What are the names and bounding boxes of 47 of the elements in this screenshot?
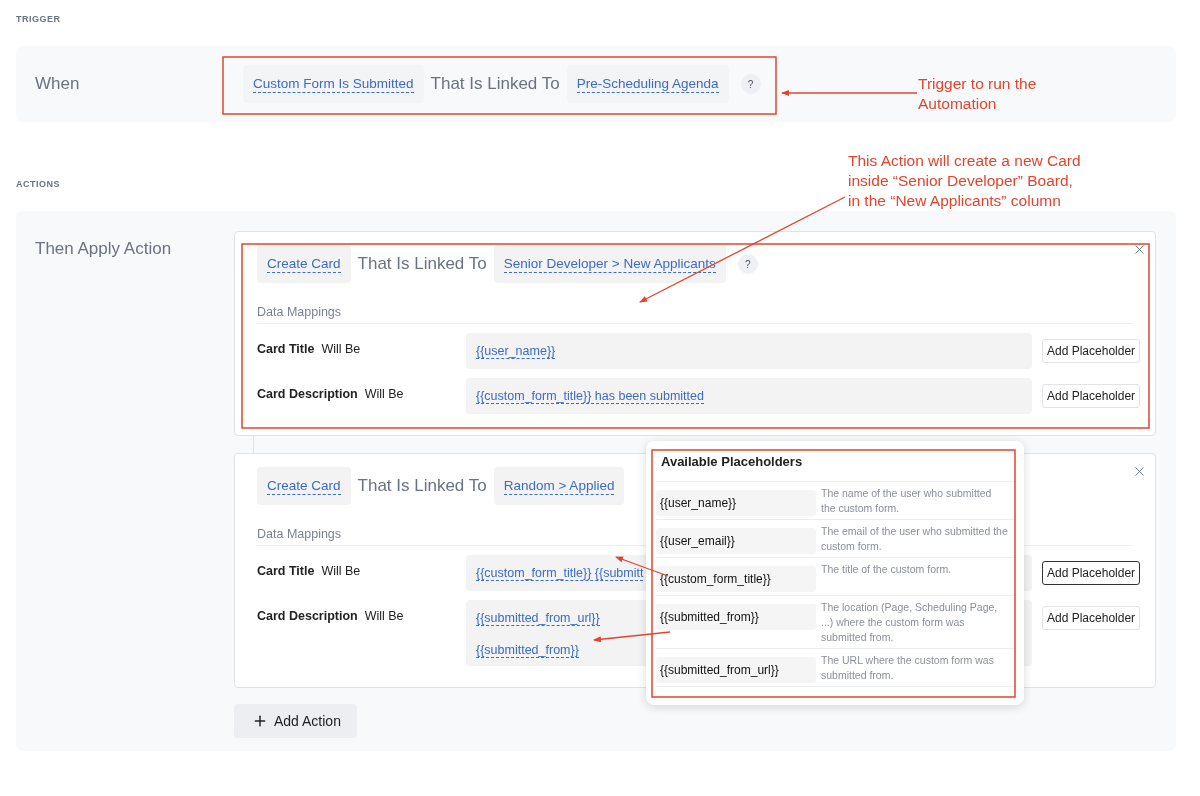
placeholder-option[interactable]: {{user_email}} xyxy=(656,528,816,554)
plus-icon xyxy=(252,713,268,729)
add-action-button[interactable]: Add Action xyxy=(234,704,357,738)
annotation-note: This Action will create a new Card inside “Senior Developer” Board, in the “New Applicants” column xyxy=(848,151,1081,211)
close-icon[interactable] xyxy=(1132,464,1147,479)
add-placeholder-button[interactable]: Add Placeholder xyxy=(1042,339,1141,363)
field-label: Card Title Will Be xyxy=(257,341,362,356)
target-dropdown[interactable]: Pre-Scheduling Agenda xyxy=(566,65,729,103)
value-field[interactable]: {{user_name}} xyxy=(466,333,1032,369)
help-button[interactable]: ? xyxy=(737,254,758,274)
placeholder-token: {{custom_form_title}} {{submitt xyxy=(476,566,644,581)
popover-title: Available Placeholders xyxy=(656,447,1016,482)
connector-text: That Is Linked To xyxy=(357,476,487,496)
placeholder-description: The location (Page, Scheduling Page, ...) where the custom form was submitted from. xyxy=(821,600,999,645)
section-label: ACTIONS xyxy=(16,179,60,189)
placeholder-description: The title of the custom form. xyxy=(821,562,953,577)
section-label: TRIGGER xyxy=(16,14,61,24)
value-field[interactable]: {{custom_form_title}} has been submitted xyxy=(466,378,1032,414)
placeholder-option[interactable]: {{custom_form_title}} xyxy=(656,566,816,592)
add-placeholder-button[interactable]: Add Placeholder xyxy=(1042,606,1141,630)
event-dropdown[interactable]: Custom Form Is Submitted xyxy=(243,65,424,103)
placeholder-token: {{user_name}} xyxy=(476,344,556,359)
target-dropdown[interactable]: Senior Developer > New Applicants xyxy=(493,245,726,283)
field-label: Card Title Will Be xyxy=(257,563,362,578)
add-placeholder-button[interactable]: Add Placeholder xyxy=(1042,561,1141,585)
placeholder-token: {{submitted_from_url}} xyxy=(476,611,600,626)
field-label: Card Description Will Be xyxy=(257,386,405,401)
annotation-note: Trigger to run the Automation xyxy=(918,74,1037,114)
connector-text: That Is Linked To xyxy=(430,74,560,94)
close-icon[interactable] xyxy=(1132,242,1147,257)
placeholder-token: {{submitted_from}} xyxy=(476,643,579,658)
section-title: Data Mappings xyxy=(257,305,1133,324)
row-label: Then Apply Action xyxy=(34,238,173,259)
placeholder-description: The name of the user who submitted the custom form. xyxy=(821,486,993,516)
add-placeholder-button[interactable]: Add Placeholder xyxy=(1042,384,1141,408)
field-label: Card Description Will Be xyxy=(257,608,405,623)
row-label: When xyxy=(34,74,81,94)
placeholder-option[interactable]: {{submitted_from_url}} xyxy=(656,657,816,683)
connector-text: That Is Linked To xyxy=(357,254,487,274)
action-dropdown[interactable]: Create Card xyxy=(257,467,351,505)
placeholder-token: {{custom_form_title}} has been submitted xyxy=(476,389,704,404)
action-dropdown[interactable]: Create Card xyxy=(257,245,351,283)
help-button[interactable]: ? xyxy=(740,74,761,94)
placeholder-option[interactable]: {{submitted_from}} xyxy=(656,604,816,630)
placeholder-option[interactable]: {{user_name}} xyxy=(656,490,816,516)
target-dropdown[interactable]: Random > Applied xyxy=(493,467,625,505)
placeholder-description: The URL where the custom form was submitted from. xyxy=(821,653,995,683)
